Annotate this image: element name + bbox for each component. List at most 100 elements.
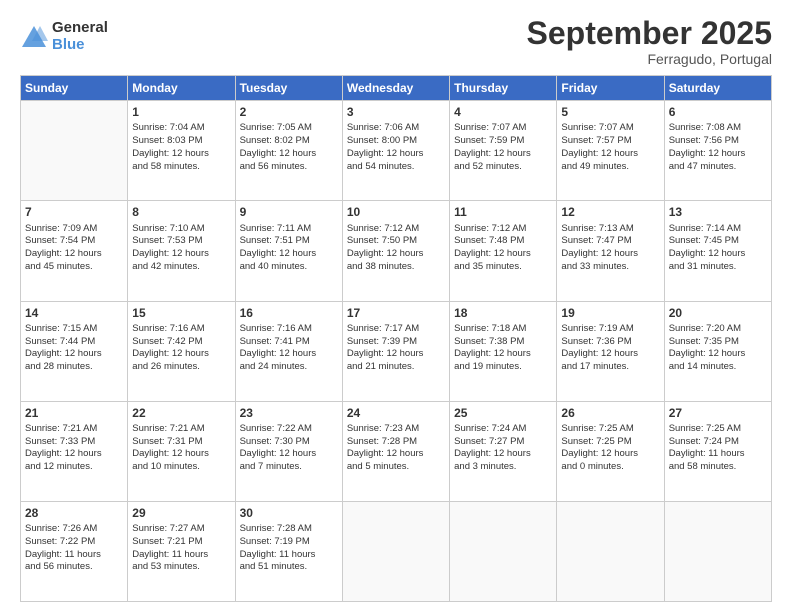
- day-info-line: Sunset: 7:19 PM: [240, 536, 338, 549]
- day-info-line: and 12 minutes.: [25, 461, 123, 474]
- day-info-line: Daylight: 12 hours: [669, 348, 767, 361]
- day-info-line: Daylight: 12 hours: [454, 248, 552, 261]
- day-number: 7: [25, 204, 123, 220]
- calendar-cell: 21Sunrise: 7:21 AMSunset: 7:33 PMDayligh…: [21, 401, 128, 501]
- day-info-line: and 38 minutes.: [347, 261, 445, 274]
- calendar-cell: 1Sunrise: 7:04 AMSunset: 8:03 PMDaylight…: [128, 101, 235, 201]
- day-info-line: Sunrise: 7:21 AM: [132, 423, 230, 436]
- day-info-line: and 5 minutes.: [347, 461, 445, 474]
- day-info-line: Sunrise: 7:15 AM: [25, 323, 123, 336]
- logo-icon: [20, 23, 48, 51]
- day-info-line: Daylight: 12 hours: [561, 348, 659, 361]
- day-info-line: and 26 minutes.: [132, 361, 230, 374]
- day-info-line: Sunrise: 7:23 AM: [347, 423, 445, 436]
- day-number: 18: [454, 305, 552, 321]
- day-info-line: Daylight: 12 hours: [347, 148, 445, 161]
- day-info-line: Sunrise: 7:07 AM: [454, 122, 552, 135]
- day-info-line: Daylight: 12 hours: [132, 248, 230, 261]
- day-info-line: Sunset: 7:36 PM: [561, 336, 659, 349]
- day-number: 5: [561, 104, 659, 120]
- calendar-cell: 3Sunrise: 7:06 AMSunset: 8:00 PMDaylight…: [342, 101, 449, 201]
- day-info-line: and 31 minutes.: [669, 261, 767, 274]
- day-info-line: Sunset: 7:57 PM: [561, 135, 659, 148]
- day-info-line: Daylight: 12 hours: [561, 448, 659, 461]
- day-number: 14: [25, 305, 123, 321]
- day-header-saturday: Saturday: [664, 76, 771, 101]
- day-info-line: Sunrise: 7:12 AM: [454, 223, 552, 236]
- day-info-line: Daylight: 12 hours: [25, 248, 123, 261]
- day-info-line: Sunrise: 7:13 AM: [561, 223, 659, 236]
- calendar-cell: 29Sunrise: 7:27 AMSunset: 7:21 PMDayligh…: [128, 501, 235, 601]
- day-info-line: Daylight: 11 hours: [25, 549, 123, 562]
- day-info-line: Sunrise: 7:20 AM: [669, 323, 767, 336]
- day-info-line: Sunset: 7:33 PM: [25, 436, 123, 449]
- day-info-line: Daylight: 11 hours: [240, 549, 338, 562]
- calendar-cell: 12Sunrise: 7:13 AMSunset: 7:47 PMDayligh…: [557, 201, 664, 301]
- calendar-cell: 6Sunrise: 7:08 AMSunset: 7:56 PMDaylight…: [664, 101, 771, 201]
- day-info-line: Daylight: 12 hours: [347, 448, 445, 461]
- day-info-line: Sunset: 7:45 PM: [669, 235, 767, 248]
- calendar-cell: 27Sunrise: 7:25 AMSunset: 7:24 PMDayligh…: [664, 401, 771, 501]
- day-info-line: Daylight: 12 hours: [454, 348, 552, 361]
- calendar-cell: 16Sunrise: 7:16 AMSunset: 7:41 PMDayligh…: [235, 301, 342, 401]
- day-info-line: and 51 minutes.: [240, 561, 338, 574]
- calendar-cell: 24 Sunrise: 7:23 AMSunset: 7:28 PMDayligh…: [342, 401, 449, 501]
- calendar-cell: 23Sunrise: 7:22 AMSunset: 7:30 PMDayligh…: [235, 401, 342, 501]
- calendar-cell: 25Sunrise: 7:24 AMSunset: 7:27 PMDayligh…: [450, 401, 557, 501]
- day-info-line: Sunrise: 7:12 AM: [347, 223, 445, 236]
- calendar-cell: 22Sunrise: 7:21 AMSunset: 7:31 PMDayligh…: [128, 401, 235, 501]
- day-info-line: and 10 minutes.: [132, 461, 230, 474]
- day-info-line: and 53 minutes.: [132, 561, 230, 574]
- day-info-line: Sunrise: 7:26 AM: [25, 523, 123, 536]
- day-info-line: and 56 minutes.: [25, 561, 123, 574]
- day-info-line: Sunset: 7:28 PM: [347, 436, 445, 449]
- day-info-line: Daylight: 12 hours: [669, 248, 767, 261]
- day-info-line: Sunset: 7:27 PM: [454, 436, 552, 449]
- day-info-line: and 17 minutes.: [561, 361, 659, 374]
- day-info-line: Daylight: 12 hours: [240, 348, 338, 361]
- week-row-1: 1Sunrise: 7:04 AMSunset: 8:03 PMDaylight…: [21, 101, 772, 201]
- day-info-line: Sunset: 7:25 PM: [561, 436, 659, 449]
- day-number: 11: [454, 204, 552, 220]
- calendar-cell: 2Sunrise: 7:05 AMSunset: 8:02 PMDaylight…: [235, 101, 342, 201]
- day-info-line: Sunrise: 7:16 AM: [132, 323, 230, 336]
- day-number: 13: [669, 204, 767, 220]
- day-number: 29: [132, 505, 230, 521]
- day-info-line: and 0 minutes.: [561, 461, 659, 474]
- day-number: 6: [669, 104, 767, 120]
- day-number: 15: [132, 305, 230, 321]
- day-header-thursday: Thursday: [450, 76, 557, 101]
- day-number: 2: [240, 104, 338, 120]
- day-info-line: and 42 minutes.: [132, 261, 230, 274]
- day-number: 8: [132, 204, 230, 220]
- day-info-line: Sunset: 7:35 PM: [669, 336, 767, 349]
- day-number: 24: [347, 405, 445, 421]
- calendar-cell: 8Sunrise: 7:10 AMSunset: 7:53 PMDaylight…: [128, 201, 235, 301]
- day-info-line: Daylight: 12 hours: [454, 148, 552, 161]
- day-info-line: Sunrise: 7:24 AM: [454, 423, 552, 436]
- day-number: 19: [561, 305, 659, 321]
- day-number: 21: [25, 405, 123, 421]
- calendar-cell: 13Sunrise: 7:14 AMSunset: 7:45 PMDayligh…: [664, 201, 771, 301]
- day-info-line: Sunset: 7:41 PM: [240, 336, 338, 349]
- page: General Blue September 2025 Ferragudo, P…: [0, 0, 792, 612]
- day-info-line: Sunrise: 7:25 AM: [669, 423, 767, 436]
- calendar-cell: 18Sunrise: 7:18 AMSunset: 7:38 PMDayligh…: [450, 301, 557, 401]
- day-info-line: Sunset: 7:24 PM: [669, 436, 767, 449]
- day-info-line: and 45 minutes.: [25, 261, 123, 274]
- day-info-line: Sunset: 7:51 PM: [240, 235, 338, 248]
- calendar-cell: 7Sunrise: 7:09 AMSunset: 7:54 PMDaylight…: [21, 201, 128, 301]
- calendar-cell: [450, 501, 557, 601]
- day-info-line: Sunset: 7:54 PM: [25, 235, 123, 248]
- header-row: SundayMondayTuesdayWednesdayThursdayFrid…: [21, 76, 772, 101]
- day-header-sunday: Sunday: [21, 76, 128, 101]
- day-number: 22: [132, 405, 230, 421]
- day-info-line: Sunrise: 7:16 AM: [240, 323, 338, 336]
- day-info-line: Daylight: 12 hours: [25, 448, 123, 461]
- day-info-line: Sunrise: 7:25 AM: [561, 423, 659, 436]
- calendar-cell: 14Sunrise: 7:15 AMSunset: 7:44 PMDayligh…: [21, 301, 128, 401]
- calendar-cell: 10Sunrise: 7:12 AMSunset: 7:50 PMDayligh…: [342, 201, 449, 301]
- day-header-wednesday: Wednesday: [342, 76, 449, 101]
- day-info-line: and 7 minutes.: [240, 461, 338, 474]
- day-info-line: Sunset: 8:02 PM: [240, 135, 338, 148]
